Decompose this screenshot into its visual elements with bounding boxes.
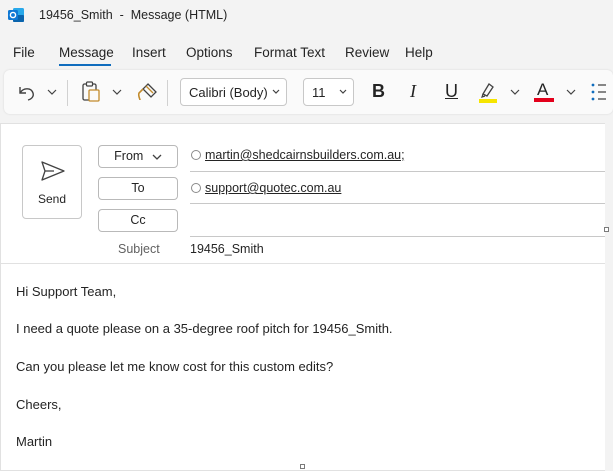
menu-review[interactable]: Review [345,45,389,60]
italic-button[interactable]: I [410,81,416,102]
resize-handle[interactable] [300,464,305,469]
chevron-down-icon [152,154,162,160]
font-color-swatch [534,98,554,102]
subject-input[interactable]: 19456_Smith [190,242,264,256]
from-address: martin@shedcairnsbuilders.com.au; [205,148,405,162]
send-label: Send [37,192,67,206]
ribbon-separator [67,80,68,106]
to-recipient[interactable]: support@quotec.com.au [191,181,341,195]
menu-help[interactable]: Help [405,45,433,60]
presence-icon [191,183,201,193]
paste-chevron-down-icon[interactable] [112,88,122,96]
body-line: Martin [16,434,53,449]
menu-options[interactable]: Options [186,45,233,60]
highlight-chevron-down-icon[interactable] [510,88,520,96]
cc-button[interactable]: Cc [98,209,178,232]
subject-label: Subject [118,242,160,256]
from-recipient[interactable]: martin@shedcairnsbuilders.com.au; [191,148,405,162]
menu-message[interactable]: Message [59,45,114,60]
menu-insert[interactable]: Insert [132,45,166,60]
chevron-down-icon [339,89,347,94]
window-title: 19456_Smith - Message (HTML) [39,8,228,22]
resize-handle[interactable] [604,227,609,232]
font-size-value: 11 [312,85,326,100]
body-line: I need a quote please on a 35-degree roo… [16,321,393,336]
title-bar: 19456_Smith - Message (HTML) [0,0,613,32]
send-button[interactable]: Send [22,145,82,219]
font-color-letter: A [537,80,549,99]
menu-format-text[interactable]: Format Text [254,45,325,60]
from-label: From [114,149,144,163]
chevron-down-icon [272,89,280,94]
bold-button[interactable]: B [372,81,385,102]
cc-field[interactable] [190,236,605,237]
highlight-icon[interactable] [477,80,499,104]
font-color-chevron-down-icon[interactable] [566,88,576,96]
to-address: support@quotec.com.au [205,181,342,195]
active-tab-indicator [59,64,111,66]
font-name-dropdown[interactable]: Calibri (Body) [180,78,287,106]
to-button[interactable]: To [98,177,178,200]
send-icon [41,161,65,181]
presence-icon [191,150,201,160]
font-name-value: Calibri (Body) [189,85,268,100]
underline-button[interactable]: U [445,81,458,102]
body-line: Can you please let me know cost for this… [16,359,334,374]
menu-file[interactable]: File [13,45,35,60]
body-line: Hi Support Team, [16,284,117,299]
body-line: Cheers, [16,397,62,412]
outlook-icon [8,8,24,22]
from-field-underline [190,171,605,172]
font-color-button[interactable]: A [533,79,555,105]
paste-icon[interactable] [79,80,103,104]
header-divider [1,263,605,264]
from-button[interactable]: From [98,145,178,168]
font-size-dropdown[interactable]: 11 [303,78,354,106]
undo-chevron-down-icon[interactable] [47,88,57,96]
undo-icon[interactable] [14,81,38,103]
to-field-underline [190,203,605,204]
ribbon-separator [167,80,168,106]
bullets-icon[interactable] [590,81,606,103]
format-painter-icon[interactable] [136,80,160,104]
